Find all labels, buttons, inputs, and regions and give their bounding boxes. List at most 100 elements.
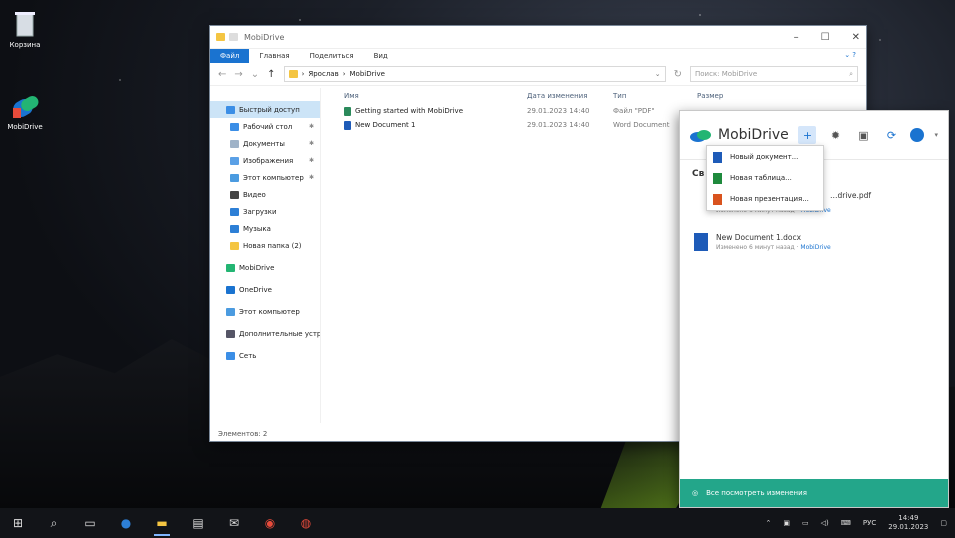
network-icon (226, 351, 235, 360)
keyboard-icon[interactable]: ⌨ (841, 519, 851, 527)
pin-icon: ✱ (308, 174, 314, 181)
recycle-bin-icon (11, 8, 39, 38)
taskbar: ⊞ ⌕ ▭ ● ▬ ▤ ✉ ◉ ◍ ⌃ ▣ ▭ ◁) ⌨ РУС 14:49 2… (0, 508, 955, 538)
file-explorer-icon[interactable]: ▬ (144, 508, 180, 538)
sidebar-item-this-pc[interactable]: Этот компьютер (210, 303, 320, 320)
sidebar-item-extra-devices[interactable]: Дополнительные устр (210, 325, 320, 342)
sidebar-item-pictures[interactable]: Изображения ✱ (210, 152, 320, 169)
recent-file-name: New Document 1.docx (716, 233, 802, 242)
mobidrive-icon (226, 263, 235, 272)
file-name: New Document 1 (355, 121, 416, 129)
desktop-icon-recycle-bin[interactable]: Корзина (2, 8, 48, 49)
gear-icon[interactable]: ✹ (826, 126, 844, 144)
search-input[interactable]: Поиск: MobiDrive ⌕ (690, 66, 858, 82)
mobidrive-tray-icon[interactable]: ▣ (783, 519, 790, 527)
pictures-icon (230, 156, 239, 165)
language-indicator[interactable]: РУС (863, 519, 876, 527)
window-title: MobiDrive (244, 32, 285, 42)
file-date: 29.01.2023 14:40 (527, 121, 590, 129)
address-dropdown-icon[interactable]: ⌄ (655, 70, 661, 78)
menu-item-new-presentation[interactable]: Новая презентация... (707, 189, 823, 209)
refresh-icon[interactable]: ↻ (674, 69, 682, 80)
computer-icon (226, 307, 235, 316)
edge-icon[interactable]: ● (108, 508, 144, 538)
chevron-down-icon[interactable]: ▾ (934, 131, 938, 139)
back-icon[interactable]: ← (218, 69, 226, 80)
tab-view[interactable]: Вид (364, 49, 398, 63)
changes-footer[interactable]: ◎ Все посмотреть изменения (680, 479, 948, 507)
tab-home[interactable]: Главная (249, 49, 299, 63)
column-type[interactable]: Тип (613, 92, 697, 100)
pin-icon: ✱ (308, 157, 314, 164)
sidebar-item-documents[interactable]: Документы ✱ (210, 135, 320, 152)
column-date[interactable]: Дата изменения (527, 92, 613, 100)
sidebar-item-onedrive[interactable]: OneDrive (210, 281, 320, 298)
minimize-button[interactable]: – (794, 32, 799, 43)
star-icon (226, 105, 235, 114)
folder-icon (230, 241, 239, 250)
sidebar-item-this-pc-pinned[interactable]: Этот компьютер ✱ (210, 169, 320, 186)
volume-icon[interactable]: ◁) (821, 519, 829, 527)
chrome-icon[interactable]: ◉ (252, 508, 288, 538)
breadcrumb-item[interactable]: MobiDrive (350, 70, 385, 78)
mail-icon[interactable]: ✉ (216, 508, 252, 538)
menu-item-new-spreadsheet[interactable]: Новая таблица... (707, 168, 823, 188)
avatar[interactable] (910, 128, 925, 142)
forward-icon[interactable]: → (234, 69, 242, 80)
quick-access-toolbar-icon[interactable] (229, 33, 238, 41)
sidebar-item-mobidrive[interactable]: MobiDrive (210, 259, 320, 276)
column-headers: Имя Дата изменения Тип Размер (330, 88, 866, 104)
menu-item-new-document[interactable]: Новый документ... (707, 147, 823, 167)
sidebar-item-music[interactable]: Музыка (210, 220, 320, 237)
mobidrive-logo-icon (11, 90, 39, 120)
brand-title: MobiDrive (718, 127, 789, 143)
sidebar-item-quick-access[interactable]: Быстрый доступ (210, 101, 320, 118)
pdf-file-icon (344, 106, 351, 116)
recent-file-item[interactable]: …drive.pdf (830, 191, 871, 200)
clock[interactable]: 14:49 29.01.2023 (888, 514, 928, 532)
sidebar-item-network[interactable]: Сеть (210, 347, 320, 364)
desktop-icon-mobidrive[interactable]: MobiDrive (2, 90, 48, 131)
folder-icon (288, 70, 298, 78)
document-icon (713, 151, 722, 163)
sidebar-item-videos[interactable]: Видео (210, 186, 320, 203)
maximize-button[interactable]: ☐ (821, 32, 830, 43)
status-bar: Элементов: 2 (218, 430, 268, 438)
window-icon[interactable]: ▣ (854, 126, 872, 144)
desktop-icon (230, 122, 239, 131)
videos-icon (230, 190, 239, 199)
up-icon[interactable]: ↑ (267, 69, 275, 80)
column-name[interactable]: Имя (330, 92, 527, 100)
section-title: Св (692, 169, 705, 179)
sidebar-item-desktop[interactable]: Рабочий стол ✱ (210, 118, 320, 135)
opera-icon[interactable]: ◍ (288, 508, 324, 538)
help-icon[interactable]: ⌄ ? (834, 49, 866, 63)
file-date: 29.01.2023 14:40 (527, 107, 590, 115)
desktop-icon-label: MobiDrive (7, 123, 43, 131)
cloud-icon (226, 285, 235, 294)
download-icon (230, 207, 239, 216)
close-button[interactable]: ✕ (852, 32, 860, 43)
chevron-up-icon[interactable]: ⌃ (766, 519, 772, 527)
network-icon[interactable]: ▭ (802, 519, 809, 527)
notifications-icon[interactable]: ▢ (940, 519, 947, 527)
sidebar-item-new-folder[interactable]: Новая папка (2) (210, 237, 320, 254)
task-view-icon[interactable]: ▭ (72, 508, 108, 538)
sync-icon[interactable]: ⟳ (882, 126, 900, 144)
search-icon[interactable]: ⌕ (36, 508, 72, 538)
location-link[interactable]: MobiDrive (800, 244, 830, 251)
column-size[interactable]: Размер (697, 92, 757, 100)
ribbon: Файл Главная Поделиться Вид ⌄ ? (210, 49, 866, 63)
breadcrumb-item[interactable]: Ярослав (308, 70, 338, 78)
add-button[interactable]: + (798, 126, 817, 144)
store-icon[interactable]: ▤ (180, 508, 216, 538)
tab-file[interactable]: Файл (210, 49, 250, 63)
recent-icon[interactable]: ⌄ (251, 69, 259, 80)
sidebar-item-downloads[interactable]: Загрузки (210, 203, 320, 220)
recent-file-item[interactable]: New Document 1.docx Изменено 6 минут наз… (694, 233, 831, 251)
address-input[interactable]: › Ярослав › MobiDrive ⌄ (283, 66, 666, 82)
tab-share[interactable]: Поделиться (300, 49, 364, 63)
explorer-titlebar: MobiDrive – ☐ ✕ (210, 26, 866, 49)
desktop-icon-label: Корзина (9, 41, 41, 49)
start-button[interactable]: ⊞ (0, 508, 36, 538)
